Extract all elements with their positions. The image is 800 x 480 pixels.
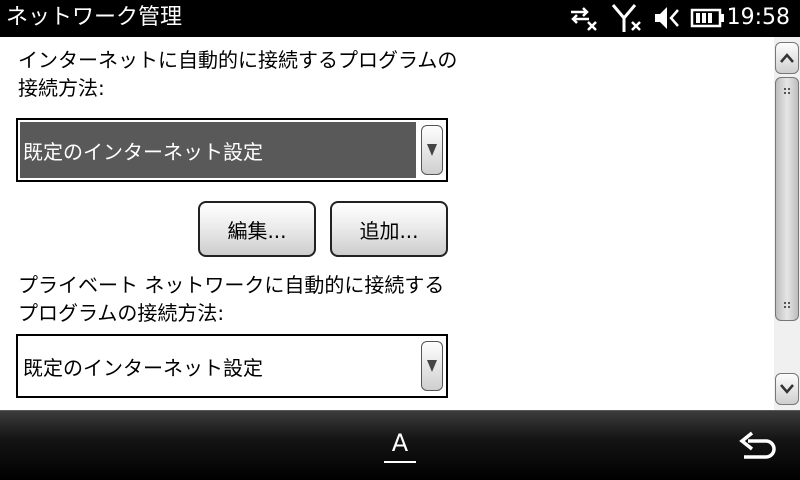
private-network-label: プライベート ネットワークに自動的に接続するプログラムの接続方法:	[18, 273, 445, 325]
scrollbar-thumb[interactable]	[775, 77, 799, 321]
scroll-up-button[interactable]	[775, 42, 799, 74]
settings-panel: インターネットに自動的に接続するプログラムの接続方法: 既定のインターネット設定…	[0, 37, 774, 410]
scroll-down-button[interactable]	[775, 373, 799, 405]
volume-muted-icon[interactable]	[652, 0, 684, 37]
grip-dots-icon	[784, 302, 790, 308]
back-arrow-icon[interactable]	[736, 427, 778, 467]
internet-connection-field[interactable]: 既定のインターネット設定	[20, 122, 416, 178]
vertical-scrollbar[interactable]	[774, 37, 800, 410]
grip-dots-icon	[784, 88, 790, 94]
input-method-icon[interactable]: A	[380, 427, 420, 467]
title-bar: ネットワーク管理 19:58	[0, 0, 800, 37]
window-title: ネットワーク管理	[6, 5, 183, 30]
internet-connection-value: 既定のインターネット設定	[23, 139, 263, 164]
add-button[interactable]: 追加...	[330, 201, 448, 257]
private-network-value: 既定のインターネット設定	[23, 355, 263, 380]
edit-button[interactable]: 編集...	[198, 201, 316, 257]
screen: ネットワーク管理 19:58 インターネットに自動的に接続するプログラムの接続方…	[0, 0, 800, 480]
chevron-up-icon	[780, 53, 794, 63]
triangle-down-icon	[427, 144, 437, 156]
battery-icon[interactable]	[690, 0, 726, 37]
triangle-down-icon	[427, 360, 437, 372]
status-clock[interactable]: 19:58	[727, 4, 790, 32]
internet-connection-dropdown[interactable]: 既定のインターネット設定	[16, 118, 448, 182]
signal-off-icon[interactable]	[610, 0, 646, 37]
internet-connection-label: インターネットに自動的に接続するプログラムの接続方法:	[18, 48, 458, 100]
input-method-label: A	[391, 429, 409, 457]
dropdown-arrow-button[interactable]	[421, 341, 443, 391]
data-connection-off-icon[interactable]	[567, 0, 601, 37]
private-network-dropdown[interactable]: 既定のインターネット設定	[16, 334, 448, 398]
bottom-toolbar: A	[0, 410, 800, 480]
private-network-field[interactable]: 既定のインターネット設定	[20, 338, 416, 394]
chevron-down-icon	[780, 384, 794, 394]
dropdown-arrow-button[interactable]	[421, 125, 443, 175]
